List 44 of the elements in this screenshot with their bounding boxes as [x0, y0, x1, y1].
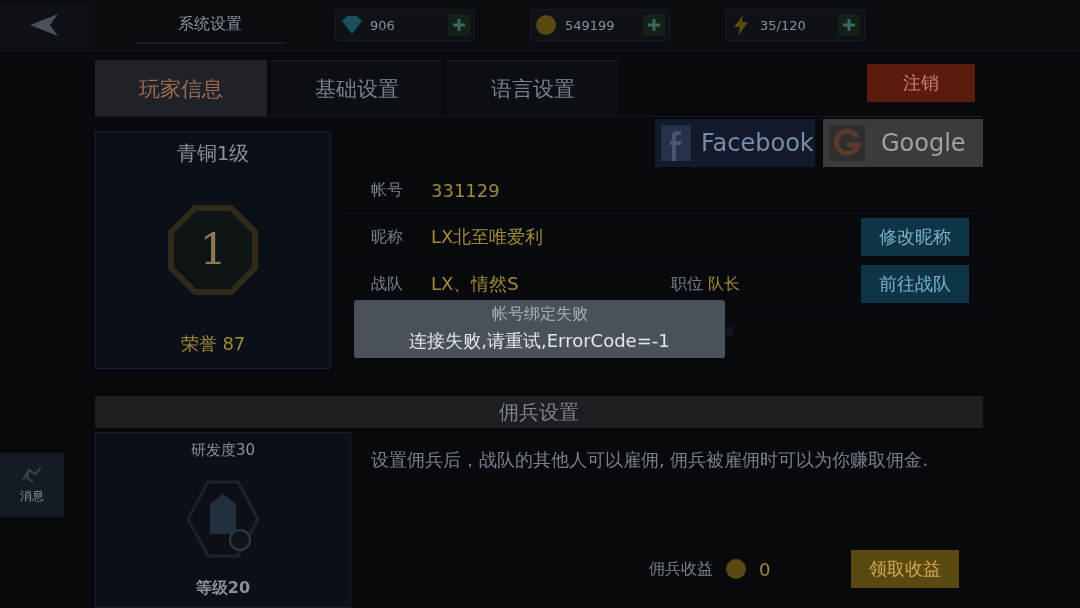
coin-icon	[725, 558, 747, 580]
field-value: 331129	[431, 179, 501, 201]
field-value: LX北至唯爱利	[431, 225, 545, 249]
resource-value: 906	[370, 17, 396, 33]
field-label: 帐号	[371, 179, 404, 201]
plus-icon	[842, 18, 856, 32]
screen-title: 系统设置	[135, 6, 285, 44]
resource-value: 35/120	[760, 17, 807, 33]
field-label: 战队	[371, 273, 404, 295]
field-label: 昵称	[371, 226, 404, 248]
add-button[interactable]	[838, 14, 860, 36]
unit-level: 等级20	[195, 578, 251, 599]
gem-icon	[340, 14, 364, 36]
add-button[interactable]	[643, 14, 665, 36]
honor-text: 荣誉 87	[180, 332, 246, 356]
income-value: 0	[759, 558, 772, 580]
coin-icon	[535, 14, 559, 36]
login-button[interactable]: Facebook	[655, 119, 815, 167]
field-value: LX、情然S	[431, 272, 520, 296]
rank-title: 青铜1级	[176, 140, 250, 167]
add-button[interactable]	[448, 14, 470, 36]
tab[interactable]: 基础设置	[271, 60, 443, 116]
rank-number: 1	[199, 225, 227, 274]
dialog-title: 帐号绑定失败	[491, 304, 588, 324]
login-button[interactable]: Google	[823, 119, 983, 167]
tab[interactable]: 语言设置	[447, 60, 619, 116]
tab[interactable]: 玩家信息	[95, 60, 267, 116]
position-text: 职位 队长	[671, 273, 742, 295]
income-label: 佣兵收益	[649, 558, 713, 580]
logout-button[interactable]: 注销	[867, 64, 975, 102]
claim-button[interactable]: 领取收益	[851, 550, 959, 588]
plus-icon	[452, 18, 466, 32]
action-button[interactable]: 修改昵称	[861, 218, 969, 256]
plus-icon	[647, 18, 661, 32]
research-text: 研发度30	[190, 441, 256, 460]
resource-value: 549199	[565, 17, 616, 33]
f-logo-icon	[661, 125, 691, 161]
g-logo-icon	[829, 125, 865, 161]
description-text: 设置佣兵后，战队的其他人可以雇佣, 佣兵被雇佣时可以为你赚取佣金.	[371, 448, 930, 472]
messages-button[interactable]: 消息	[0, 452, 64, 517]
back-button[interactable]	[0, 2, 95, 48]
section-header: 佣兵设置	[95, 396, 983, 428]
rank-badge-icon	[168, 204, 258, 295]
action-button[interactable]: 前往战队	[861, 265, 969, 303]
